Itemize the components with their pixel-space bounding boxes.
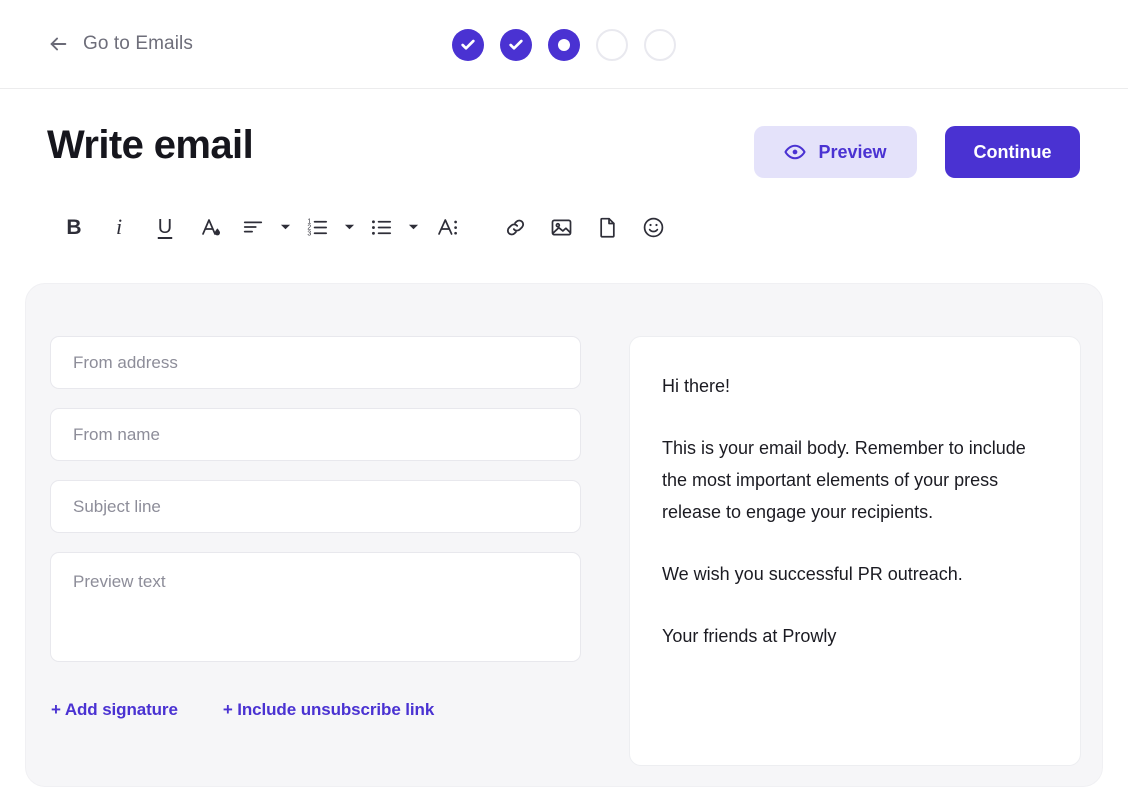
go-to-emails-link[interactable]: Go to Emails bbox=[47, 33, 193, 55]
email-body-paragraph: This is your email body. Remember to inc… bbox=[662, 438, 1026, 522]
continue-button[interactable]: Continue bbox=[945, 126, 1080, 178]
text-color-icon bbox=[199, 215, 223, 239]
formatting-toolbar: B i U 1 2 3 bbox=[0, 201, 1128, 253]
emoji-icon bbox=[642, 216, 665, 239]
step-1-complete[interactable] bbox=[452, 28, 484, 61]
email-body-preview[interactable]: Hi there! This is your email body. Remem… bbox=[629, 336, 1081, 766]
italic-icon: i bbox=[115, 214, 123, 239]
font-size-icon bbox=[436, 215, 460, 239]
add-signature-link[interactable]: + Add signature bbox=[51, 700, 178, 720]
link-icon bbox=[504, 216, 527, 239]
bold-icon: B bbox=[66, 215, 82, 239]
dot-icon bbox=[558, 38, 570, 51]
chevron-down-icon bbox=[280, 223, 291, 231]
preview-text-input[interactable] bbox=[50, 552, 581, 662]
insert-file-button[interactable] bbox=[584, 216, 630, 239]
bulleted-list-dropdown-button[interactable] bbox=[400, 223, 426, 231]
step-4-upcoming[interactable] bbox=[596, 28, 628, 61]
italic-button[interactable]: i bbox=[96, 216, 142, 238]
insert-link-button[interactable] bbox=[492, 216, 538, 239]
include-unsubscribe-link[interactable]: + Include unsubscribe link bbox=[223, 700, 434, 720]
check-icon bbox=[460, 37, 476, 53]
bold-button[interactable]: B bbox=[52, 217, 96, 238]
chevron-down-icon bbox=[344, 223, 355, 231]
chevron-down-icon bbox=[408, 223, 419, 231]
go-to-emails-label: Go to Emails bbox=[83, 33, 193, 54]
align-left-icon bbox=[242, 216, 264, 238]
bulleted-list-icon bbox=[370, 216, 393, 239]
text-color-button[interactable] bbox=[188, 215, 234, 239]
page-title: Write email bbox=[47, 122, 254, 167]
step-5-upcoming[interactable] bbox=[644, 28, 676, 61]
arrow-left-icon bbox=[47, 33, 69, 55]
bulleted-list-button[interactable] bbox=[362, 216, 400, 239]
preview-button[interactable]: Preview bbox=[754, 126, 917, 178]
from-address-input[interactable] bbox=[50, 336, 581, 389]
editor-workspace: + Add signature + Include unsubscribe li… bbox=[25, 283, 1103, 787]
insert-image-button[interactable] bbox=[538, 216, 584, 239]
title-row: Write email Preview Continue bbox=[0, 89, 1128, 201]
underline-icon: U bbox=[157, 216, 173, 238]
app-window: Go to Emails Write email Preview Continu… bbox=[0, 0, 1128, 812]
form-extra-links: + Add signature + Include unsubscribe li… bbox=[50, 700, 580, 720]
email-body-paragraph: Hi there! bbox=[662, 376, 731, 396]
numbered-list-button[interactable]: 1 2 3 bbox=[298, 216, 336, 239]
email-body-paragraph: Your friends at Prowly bbox=[662, 626, 837, 646]
subject-line-input[interactable] bbox=[50, 480, 581, 533]
numbered-list-dropdown-button[interactable] bbox=[336, 223, 362, 231]
preview-button-label: Preview bbox=[818, 141, 887, 162]
font-size-button[interactable] bbox=[426, 215, 470, 239]
step-2-complete[interactable] bbox=[500, 28, 532, 61]
underline-button[interactable]: U bbox=[142, 217, 188, 237]
top-bar: Go to Emails bbox=[0, 0, 1128, 89]
eye-icon bbox=[784, 141, 807, 163]
insert-emoji-button[interactable] bbox=[630, 216, 676, 239]
step-indicator bbox=[452, 0, 676, 89]
check-icon bbox=[508, 37, 524, 53]
numbered-list-icon: 1 2 3 bbox=[306, 216, 329, 239]
image-icon bbox=[550, 216, 573, 239]
file-icon bbox=[596, 216, 619, 239]
align-button[interactable] bbox=[234, 216, 272, 238]
from-name-input[interactable] bbox=[50, 408, 581, 461]
title-actions: Preview Continue bbox=[754, 126, 1080, 178]
align-dropdown-button[interactable] bbox=[272, 223, 298, 231]
email-settings-form: + Add signature + Include unsubscribe li… bbox=[49, 336, 581, 786]
email-body-paragraph: We wish you successful PR outreach. bbox=[662, 564, 963, 584]
step-3-active[interactable] bbox=[548, 28, 580, 61]
svg-text:3: 3 bbox=[307, 230, 311, 237]
